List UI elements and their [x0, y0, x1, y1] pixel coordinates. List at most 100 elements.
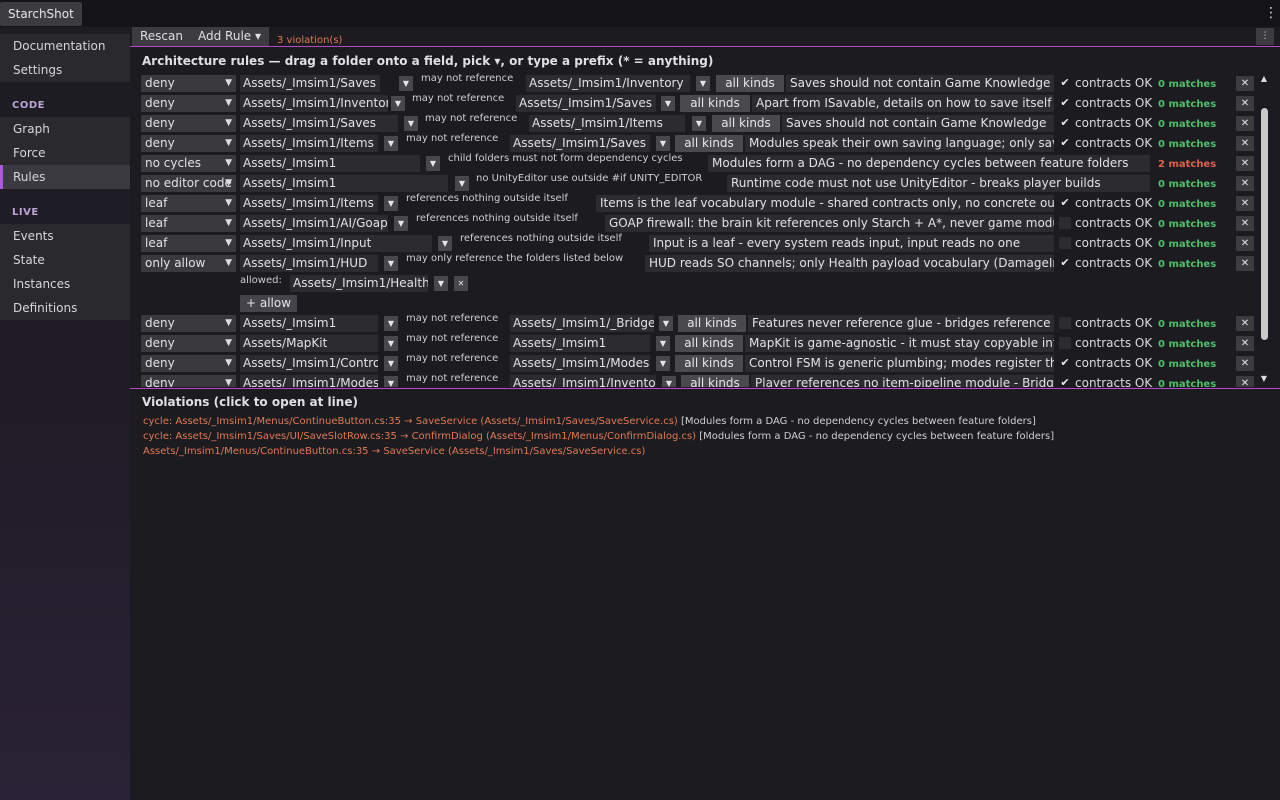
rule-kind-select[interactable]: deny ▼	[141, 75, 236, 92]
all-kinds-button[interactable]: all kinds	[681, 375, 749, 387]
all-kinds-button[interactable]: all kinds	[675, 355, 743, 372]
rule-source-field[interactable]: Assets/_Imsim1/Modes	[240, 375, 378, 387]
source-pick-button[interactable]: ▼	[384, 356, 398, 371]
delete-rule-button[interactable]: ✕	[1236, 156, 1254, 171]
rule-description-field[interactable]: Runtime code must not use UnityEditor - …	[727, 175, 1150, 192]
rule-description-field[interactable]: Saves should not contain Game Knowledge	[782, 115, 1054, 132]
rule-source-field[interactable]: Assets/_Imsim1/Input	[240, 235, 432, 252]
rule-description-field[interactable]: GOAP firewall: the brain kit references …	[605, 215, 1054, 232]
rule-target-field[interactable]: Assets/_Imsim1/Items	[529, 115, 685, 132]
rule-kind-select[interactable]: deny ▼	[141, 95, 236, 112]
delete-rule-button[interactable]: ✕	[1236, 316, 1254, 331]
source-pick-button[interactable]: ▼	[391, 96, 405, 111]
rule-kind-select[interactable]: no editor code ▼	[141, 175, 236, 192]
source-pick-button[interactable]: ▼	[384, 196, 398, 211]
contracts-checkbox[interactable]: ✔	[1059, 137, 1071, 149]
sidebar-item-documentation[interactable]: Documentation	[0, 34, 130, 58]
target-pick-button[interactable]: ▼	[661, 96, 675, 111]
rule-description-field[interactable]: Modules speak their own saving language;…	[745, 135, 1054, 152]
delete-rule-button[interactable]: ✕	[1236, 76, 1254, 91]
contracts-checkbox[interactable]: ✔	[1059, 97, 1071, 109]
rule-target-field[interactable]: Assets/_Imsim1	[510, 335, 650, 352]
rule-description-field[interactable]: Control FSM is generic plumbing; modes r…	[745, 355, 1054, 372]
delete-rule-button[interactable]: ✕	[1236, 176, 1254, 191]
scroll-up-icon[interactable]: ▲	[1258, 74, 1270, 84]
rule-kind-select[interactable]: leaf ▼	[141, 195, 236, 212]
sidebar-item-rules[interactable]: Rules	[0, 165, 130, 189]
sidebar-item-settings[interactable]: Settings	[0, 58, 130, 82]
rule-description-field[interactable]: MapKit is game-agnostic - it must stay c…	[745, 335, 1054, 352]
rule-source-field[interactable]: Assets/_Imsim1	[240, 175, 448, 192]
rule-target-field[interactable]: Assets/_Imsim1/Inventory	[510, 375, 656, 387]
rule-kind-select[interactable]: leaf ▼	[141, 235, 236, 252]
source-pick-button[interactable]: ▼	[384, 336, 398, 351]
delete-rule-button[interactable]: ✕	[1236, 356, 1254, 371]
delete-rule-button[interactable]: ✕	[1236, 256, 1254, 271]
kebab-menu-icon[interactable]: ⋮	[1264, 4, 1278, 22]
rule-kind-select[interactable]: deny ▼	[141, 115, 236, 132]
contracts-checkbox[interactable]: ✔	[1059, 257, 1071, 269]
sidebar-item-definitions[interactable]: Definitions	[0, 296, 130, 320]
contracts-checkbox[interactable]: ✔	[1059, 117, 1071, 129]
target-pick-button[interactable]: ▼	[659, 316, 673, 331]
rule-kind-select[interactable]: deny ▼	[141, 355, 236, 372]
sidebar-item-graph[interactable]: Graph	[0, 117, 130, 141]
violation-entry[interactable]: Assets/_Imsim1/Menus/ContinueButton.cs:3…	[143, 446, 645, 457]
delete-rule-button[interactable]: ✕	[1236, 216, 1254, 231]
rule-source-field[interactable]: Assets/_Imsim1/Items	[240, 195, 378, 212]
rule-source-field[interactable]: Assets/_Imsim1/Saves	[240, 75, 380, 92]
rule-target-field[interactable]: Assets/_Imsim1/Saves	[516, 95, 656, 112]
rule-target-field[interactable]: Assets/_Imsim1/Inventory	[526, 75, 690, 92]
contracts-checkbox[interactable]	[1059, 237, 1071, 249]
target-pick-button[interactable]: ▼	[662, 376, 676, 387]
contracts-checkbox[interactable]: ✔	[1059, 197, 1071, 209]
allowed-pick-button[interactable]: ▼	[434, 276, 448, 291]
rule-kind-select[interactable]: deny ▼	[141, 135, 236, 152]
add-rule-button[interactable]: Add Rule ▾	[190, 27, 270, 46]
target-pick-button[interactable]: ▼	[656, 336, 670, 351]
source-pick-button[interactable]: ▼	[384, 256, 398, 271]
all-kinds-button[interactable]: all kinds	[675, 135, 743, 152]
sidebar-item-state[interactable]: State	[0, 248, 130, 272]
rule-target-field[interactable]: Assets/_Imsim1/Modes	[510, 355, 650, 372]
remove-allowed-icon[interactable]: ✕	[454, 276, 468, 291]
allowed-folder-field[interactable]: Assets/_Imsim1/Health	[290, 275, 428, 292]
all-kinds-button[interactable]: all kinds	[678, 315, 746, 332]
rule-kind-select[interactable]: no cycles ▼	[141, 155, 236, 172]
rule-description-field[interactable]: Features never reference glue - bridges …	[748, 315, 1054, 332]
rule-source-field[interactable]: Assets/_Imsim1/Inventory	[240, 95, 388, 112]
rules-scrollbar-thumb[interactable]	[1261, 108, 1268, 340]
rule-description-field[interactable]: Modules form a DAG - no dependency cycle…	[708, 155, 1150, 172]
rule-source-field[interactable]: Assets/_Imsim1/Items	[240, 135, 378, 152]
delete-rule-button[interactable]: ✕	[1236, 196, 1254, 211]
source-pick-button[interactable]: ▼	[384, 316, 398, 331]
contracts-checkbox[interactable]: ✔	[1059, 377, 1071, 388]
rule-source-field[interactable]: Assets/_Imsim1/HUD	[240, 255, 378, 272]
all-kinds-button[interactable]: all kinds	[716, 75, 784, 92]
rule-kind-select[interactable]: deny ▼	[141, 375, 236, 387]
source-pick-button[interactable]: ▼	[404, 116, 418, 131]
delete-rule-button[interactable]: ✕	[1236, 236, 1254, 251]
rule-kind-select[interactable]: deny ▼	[141, 315, 236, 332]
source-pick-button[interactable]: ▼	[384, 376, 398, 387]
add-allow-button[interactable]: + allow	[240, 295, 298, 312]
sidebar-item-events[interactable]: Events	[0, 224, 130, 248]
violation-entry[interactable]: cycle: Assets/_Imsim1/Saves/UI/SaveSlotR…	[143, 431, 1054, 442]
toolbar-menu-icon[interactable]: ⋮	[1256, 28, 1274, 45]
rule-description-field[interactable]: Player references no item-pipeline modul…	[751, 375, 1054, 387]
rule-source-field[interactable]: Assets/_Imsim1	[240, 155, 420, 172]
sidebar-item-force[interactable]: Force	[0, 141, 130, 165]
source-pick-button[interactable]: ▼	[438, 236, 452, 251]
source-pick-button[interactable]: ▼	[399, 76, 413, 91]
contracts-checkbox[interactable]: ✔	[1059, 357, 1071, 369]
all-kinds-button[interactable]: all kinds	[680, 95, 750, 112]
target-pick-button[interactable]: ▼	[696, 76, 710, 91]
contracts-checkbox[interactable]	[1059, 337, 1071, 349]
rule-source-field[interactable]: Assets/_Imsim1/Saves	[240, 115, 398, 132]
delete-rule-button[interactable]: ✕	[1236, 376, 1254, 387]
violation-entry[interactable]: cycle: Assets/_Imsim1/Menus/ContinueButt…	[143, 416, 1036, 427]
rule-source-field[interactable]: Assets/_Imsim1	[240, 315, 378, 332]
rule-source-field[interactable]: Assets/_Imsim1/Control	[240, 355, 378, 372]
rule-kind-select[interactable]: leaf ▼	[141, 215, 236, 232]
rule-source-field[interactable]: Assets/MapKit	[240, 335, 378, 352]
